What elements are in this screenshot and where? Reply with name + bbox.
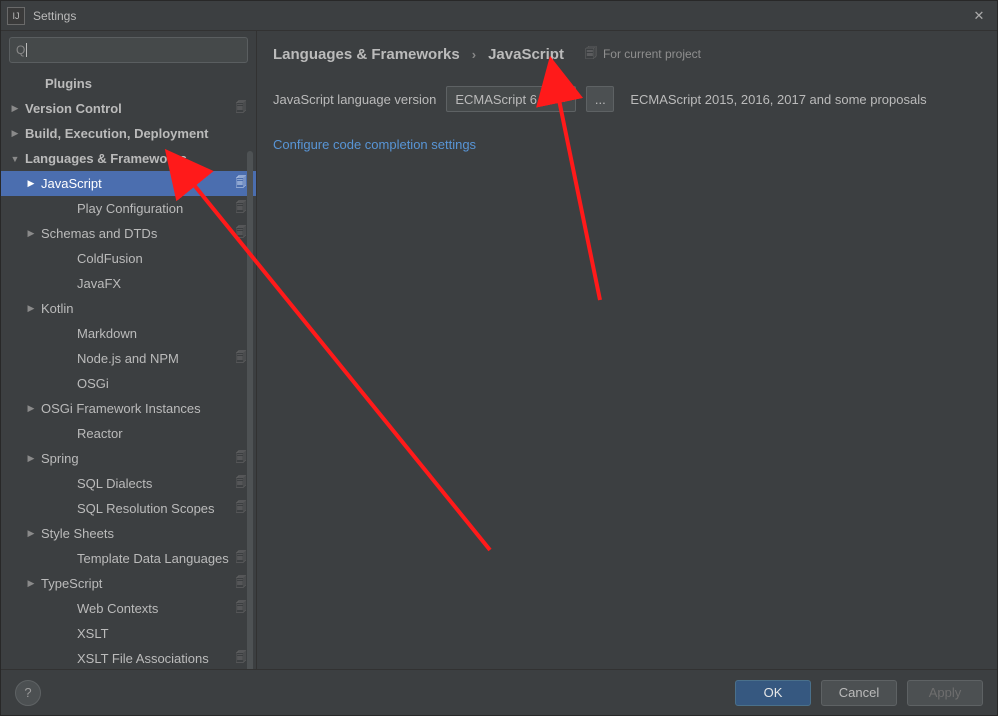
tree-item-kotlin[interactable]: ▶ Kotlin bbox=[1, 296, 256, 321]
tree-expand-icon[interactable]: ▶ bbox=[25, 303, 37, 314]
tree-item-spring[interactable]: ▶ Spring🗐 bbox=[1, 446, 256, 471]
tree-item-label: Kotlin bbox=[41, 301, 234, 316]
tree-expand-icon[interactable]: ▶ bbox=[9, 103, 21, 114]
tree-item-play-configuration[interactable]: Play Configuration🗐 bbox=[1, 196, 256, 221]
ok-button[interactable]: OK bbox=[735, 680, 811, 706]
tree-item-sql-dialects[interactable]: SQL Dialects🗐 bbox=[1, 471, 256, 496]
tree-item-label: XSLT bbox=[77, 626, 234, 641]
tree-item-osgi-framework-instances[interactable]: ▶ OSGi Framework Instances bbox=[1, 396, 256, 421]
tree-item-node-js-and-npm[interactable]: Node.js and NPM🗐 bbox=[1, 346, 256, 371]
project-scope-icon: 🗐 bbox=[234, 649, 248, 668]
tree-expand-icon[interactable]: ▶ bbox=[25, 578, 37, 589]
tree-item-label: ColdFusion bbox=[77, 251, 234, 266]
tree-item-web-contexts[interactable]: Web Contexts🗐 bbox=[1, 596, 256, 621]
sidebar: Q Plugins▶Version Control🗐▶Build, Execut… bbox=[1, 31, 257, 669]
tree-item-label: Plugins bbox=[45, 76, 234, 91]
main-panel: Languages & Frameworks › JavaScript 🗐 Fo… bbox=[257, 31, 997, 669]
tree-item-label: OSGi Framework Instances bbox=[41, 401, 234, 416]
apply-button[interactable]: Apply bbox=[907, 680, 983, 706]
tree-item-markdown[interactable]: Markdown bbox=[1, 321, 256, 346]
tree-item-reactor[interactable]: Reactor bbox=[1, 421, 256, 446]
tree-item-label: Template Data Languages bbox=[77, 551, 234, 566]
tree-item-plugins[interactable]: Plugins bbox=[1, 71, 256, 96]
tree-item-xslt-file-associations[interactable]: XSLT File Associations🗐 bbox=[1, 646, 256, 669]
language-version-more-button[interactable]: ... bbox=[586, 86, 614, 112]
chevron-down-icon: ▼ bbox=[560, 94, 569, 104]
project-scope-icon: 🗐 bbox=[234, 499, 248, 518]
tree-expand-icon[interactable]: ▼ bbox=[9, 154, 21, 164]
tree-item-languages-frameworks[interactable]: ▼ Languages & Frameworks bbox=[1, 146, 256, 171]
tree-item-label: TypeScript bbox=[41, 576, 234, 591]
project-scope-icon: 🗐 bbox=[234, 599, 248, 618]
tree-item-build-execution-deployment[interactable]: ▶ Build, Execution, Deployment bbox=[1, 121, 256, 146]
tree-item-label: Schemas and DTDs bbox=[41, 226, 234, 241]
tree-item-xslt[interactable]: XSLT bbox=[1, 621, 256, 646]
language-version-dropdown[interactable]: ECMAScript 6 ▼ bbox=[446, 86, 576, 112]
tree-item-label: Version Control bbox=[25, 101, 234, 116]
tree-item-label: Node.js and NPM bbox=[77, 351, 234, 366]
tree-item-schemas-and-dtds[interactable]: ▶ Schemas and DTDs🗐 bbox=[1, 221, 256, 246]
configure-code-completion-link[interactable]: Configure code completion settings bbox=[273, 137, 476, 152]
tree-expand-icon[interactable]: ▶ bbox=[25, 528, 37, 539]
tree-item-coldfusion[interactable]: ColdFusion bbox=[1, 246, 256, 271]
tree-item-sql-resolution-scopes[interactable]: SQL Resolution Scopes🗐 bbox=[1, 496, 256, 521]
tree-expand-icon[interactable]: ▶ bbox=[25, 228, 37, 239]
breadcrumb-current: JavaScript bbox=[488, 46, 564, 63]
app-icon: IJ bbox=[7, 7, 25, 25]
tree-item-label: XSLT File Associations bbox=[77, 651, 234, 666]
tree-item-style-sheets[interactable]: ▶ Style Sheets bbox=[1, 521, 256, 546]
tree-item-label: JavaFX bbox=[77, 276, 234, 291]
tree-expand-icon[interactable]: ▶ bbox=[25, 178, 37, 189]
for-current-project-label: 🗐 For current project bbox=[585, 44, 981, 65]
project-scope-icon: 🗐 bbox=[234, 549, 248, 568]
project-scope-icon: 🗐 bbox=[234, 349, 248, 368]
search-icon: Q bbox=[16, 43, 25, 57]
project-scope-icon: 🗐 bbox=[234, 449, 248, 468]
tree-scrollbar[interactable] bbox=[247, 151, 253, 669]
tree-item-typescript[interactable]: ▶ TypeScript🗐 bbox=[1, 571, 256, 596]
close-icon[interactable]: ✕ bbox=[967, 4, 991, 28]
tree-item-label: Play Configuration bbox=[77, 201, 234, 216]
breadcrumb: Languages & Frameworks › JavaScript bbox=[273, 46, 564, 63]
breadcrumb-separator: › bbox=[472, 47, 476, 62]
tree-expand-icon[interactable]: ▶ bbox=[9, 128, 21, 139]
tree-item-label: Web Contexts bbox=[77, 601, 234, 616]
tree-item-label: Reactor bbox=[77, 426, 234, 441]
dialog-footer: ? OK Cancel Apply bbox=[1, 669, 997, 715]
project-scope-icon: 🗐 bbox=[234, 574, 248, 593]
language-version-value: ECMAScript 6 bbox=[455, 92, 537, 107]
tree-item-label: Spring bbox=[41, 451, 234, 466]
tree-item-label: Languages & Frameworks bbox=[25, 151, 234, 166]
search-cursor bbox=[26, 43, 27, 57]
tree-expand-icon[interactable]: ▶ bbox=[25, 453, 37, 464]
tree-item-label: Markdown bbox=[77, 326, 234, 341]
project-scope-icon: 🗐 bbox=[234, 174, 248, 193]
settings-tree[interactable]: Plugins▶Version Control🗐▶Build, Executio… bbox=[1, 71, 256, 669]
tree-item-label: OSGi bbox=[77, 376, 234, 391]
search-input[interactable]: Q bbox=[9, 37, 248, 63]
tree-item-label: Style Sheets bbox=[41, 526, 234, 541]
tree-item-label: SQL Dialects bbox=[77, 476, 234, 491]
tree-item-javascript[interactable]: ▶ JavaScript🗐 bbox=[1, 171, 256, 196]
tree-item-osgi[interactable]: OSGi bbox=[1, 371, 256, 396]
tree-item-template-data-languages[interactable]: Template Data Languages🗐 bbox=[1, 546, 256, 571]
tree-item-label: JavaScript bbox=[41, 176, 234, 191]
project-scope-icon: 🗐 bbox=[234, 474, 248, 493]
project-scope-icon: 🗐 bbox=[585, 44, 597, 65]
window-title: Settings bbox=[33, 9, 967, 23]
tree-item-javafx[interactable]: JavaFX bbox=[1, 271, 256, 296]
project-scope-icon: 🗐 bbox=[234, 199, 248, 218]
cancel-button[interactable]: Cancel bbox=[821, 680, 897, 706]
tree-item-label: Build, Execution, Deployment bbox=[25, 126, 234, 141]
project-scope-icon: 🗐 bbox=[234, 224, 248, 243]
tree-item-version-control[interactable]: ▶ Version Control🗐 bbox=[1, 96, 256, 121]
language-version-label: JavaScript language version bbox=[273, 92, 436, 107]
tree-item-label: SQL Resolution Scopes bbox=[77, 501, 234, 516]
language-version-hint: ECMAScript 2015, 2016, 2017 and some pro… bbox=[630, 92, 926, 107]
project-scope-icon: 🗐 bbox=[234, 99, 248, 118]
help-button[interactable]: ? bbox=[15, 680, 41, 706]
tree-expand-icon[interactable]: ▶ bbox=[25, 403, 37, 414]
breadcrumb-parent[interactable]: Languages & Frameworks bbox=[273, 46, 460, 63]
titlebar: IJ Settings ✕ bbox=[1, 1, 997, 31]
